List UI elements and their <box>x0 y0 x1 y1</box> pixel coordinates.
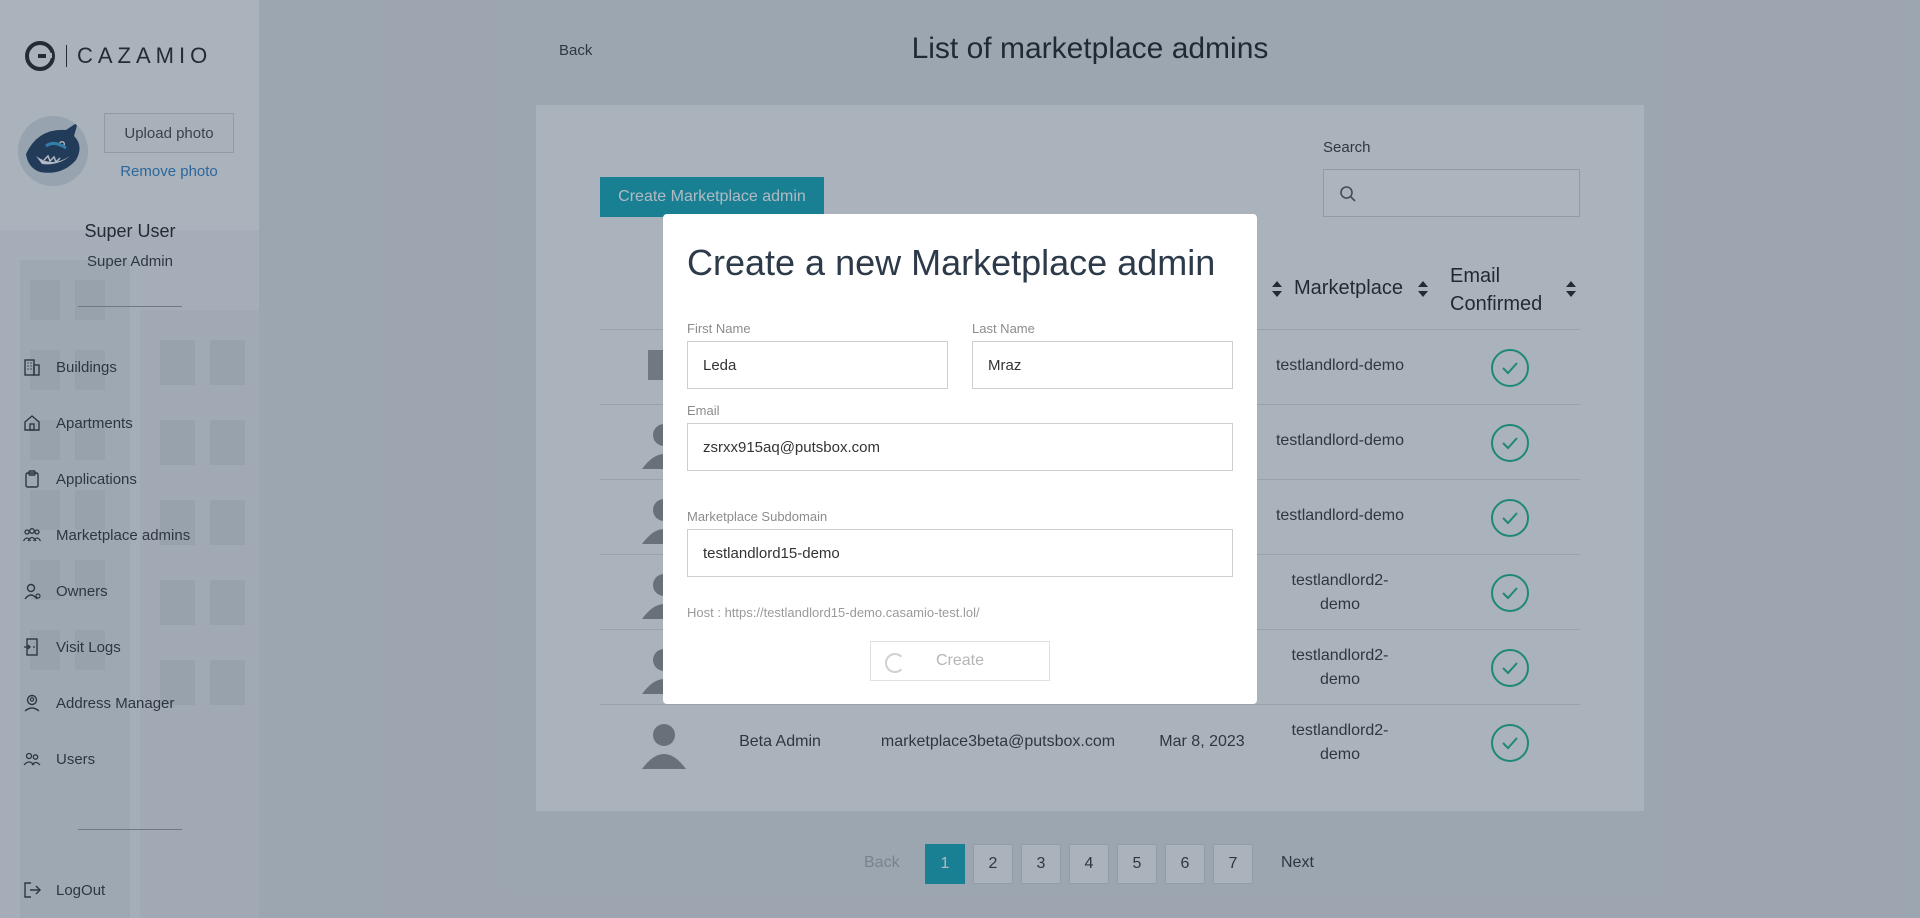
email-label: Email <box>687 403 720 418</box>
subdomain-label: Marketplace Subdomain <box>687 509 828 524</box>
email-input[interactable] <box>687 423 1233 471</box>
last-name-label: Last Name <box>972 321 1035 336</box>
create-admin-modal: Create a new Marketplace admin First Nam… <box>663 214 1257 704</box>
create-button-label: Create <box>935 652 985 669</box>
host-url-text: Host : https://testlandlord15-demo.casam… <box>687 605 980 620</box>
modal-title: Create a new Marketplace admin <box>687 242 1216 283</box>
last-name-input[interactable] <box>972 341 1233 389</box>
first-name-label: First Name <box>687 321 751 336</box>
create-button[interactable]: Create <box>870 641 1050 681</box>
subdomain-input[interactable] <box>687 529 1233 577</box>
loading-spinner-icon <box>885 653 905 673</box>
first-name-input[interactable] <box>687 341 948 389</box>
